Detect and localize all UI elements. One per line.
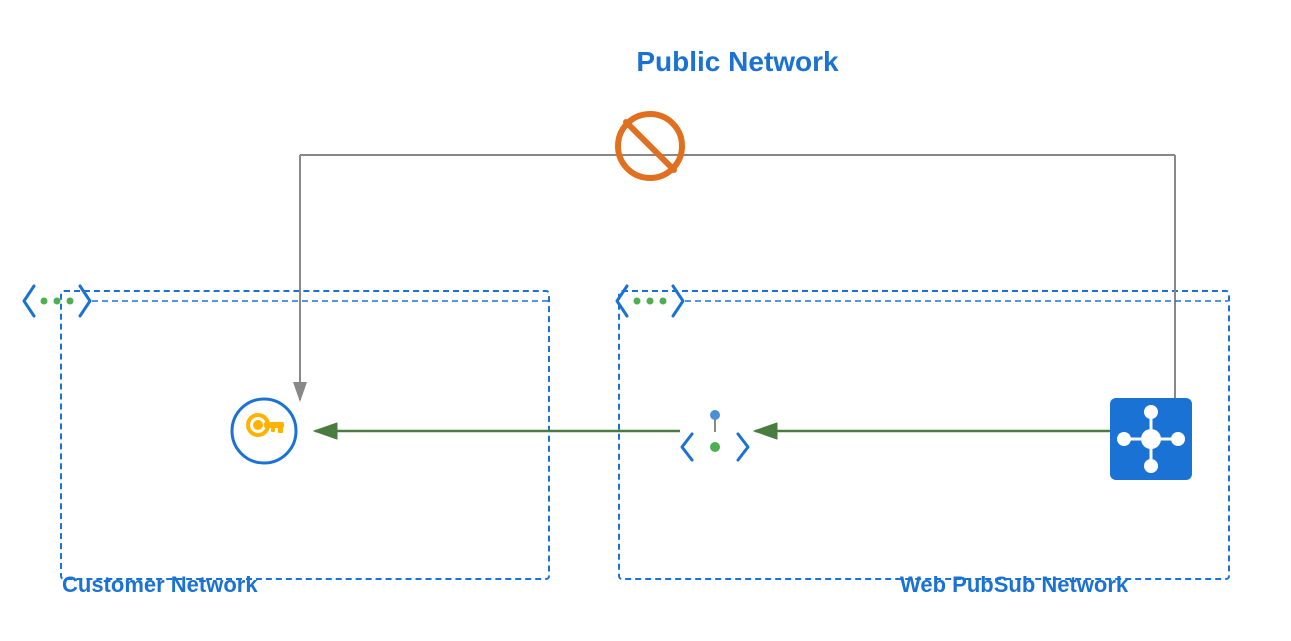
- public-network-label: Public Network: [619, 46, 856, 78]
- ban-icon: [614, 110, 686, 182]
- service-connector: [680, 408, 750, 454]
- webpubsub-icon: [1110, 398, 1192, 480]
- api-connector-left: [22, 278, 92, 324]
- customer-network-box: [60, 290, 550, 580]
- key-icon: [228, 395, 300, 467]
- diagram-container: Public Network Customer Network Web PubS…: [0, 0, 1291, 641]
- api-connector-mid: [615, 278, 685, 324]
- webpubsub-network-label: Web PubSub Network: [900, 572, 1128, 598]
- customer-network-label: Customer Network: [62, 572, 258, 598]
